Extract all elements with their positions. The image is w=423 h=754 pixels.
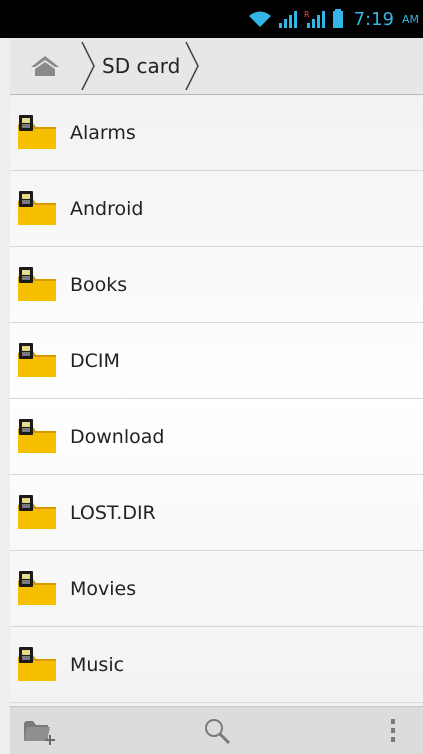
- sd-folder-icon: [18, 114, 56, 149]
- roaming-signal-icon: R: [304, 10, 325, 28]
- sd-folder-icon: [18, 494, 56, 529]
- list-item[interactable]: Download: [10, 399, 423, 475]
- new-folder-button[interactable]: [10, 707, 70, 754]
- roaming-label: R: [304, 10, 310, 19]
- folder-name: Android: [70, 197, 144, 220]
- breadcrumb: SD card: [10, 38, 423, 95]
- home-button[interactable]: [10, 38, 80, 94]
- sd-folder-icon: [18, 190, 56, 225]
- folder-name: DCIM: [70, 349, 120, 372]
- battery-icon: [332, 9, 343, 28]
- list-item[interactable]: LOST.DIR: [10, 475, 423, 551]
- search-button[interactable]: [187, 707, 247, 754]
- folder-name: Music: [70, 653, 125, 676]
- breadcrumb-current[interactable]: SD card: [98, 54, 184, 78]
- list-item[interactable]: Books: [10, 247, 423, 323]
- sd-folder-icon: [18, 266, 56, 301]
- breadcrumb-separator-icon: [185, 41, 200, 91]
- folder-name: Download: [70, 425, 165, 448]
- status-icons: R 7:19 AM: [248, 9, 423, 30]
- list-item[interactable]: DCIM: [10, 323, 423, 399]
- search-icon: [204, 718, 230, 744]
- list-item[interactable]: Music: [10, 627, 423, 703]
- sd-folder-icon: [18, 646, 56, 681]
- folder-name: Books: [70, 273, 128, 296]
- folder-name: LOST.DIR: [70, 501, 156, 524]
- signal-icon: [278, 11, 297, 28]
- home-icon: [31, 56, 59, 76]
- status-bar: R 7:19 AM: [0, 0, 423, 38]
- new-folder-icon: [24, 720, 55, 745]
- folder-list[interactable]: Alarms Android Books DCIM Download LOST.…: [10, 95, 423, 706]
- sd-folder-icon: [18, 418, 56, 453]
- clock-time: 7:19: [353, 8, 394, 30]
- list-item[interactable]: Android: [10, 171, 423, 247]
- overflow-menu-button[interactable]: [363, 707, 423, 754]
- folder-name: Alarms: [70, 121, 136, 144]
- sd-folder-icon: [18, 570, 56, 605]
- list-item[interactable]: Movies: [10, 551, 423, 627]
- wifi-icon: [248, 11, 271, 27]
- breadcrumb-separator-icon: [81, 41, 95, 91]
- overflow-menu-icon: [391, 718, 395, 742]
- bottom-action-bar: [10, 706, 423, 754]
- sd-folder-icon: [18, 342, 56, 377]
- list-item[interactable]: Alarms: [10, 95, 423, 171]
- folder-name: Movies: [70, 577, 137, 600]
- clock-ampm: AM: [401, 12, 419, 26]
